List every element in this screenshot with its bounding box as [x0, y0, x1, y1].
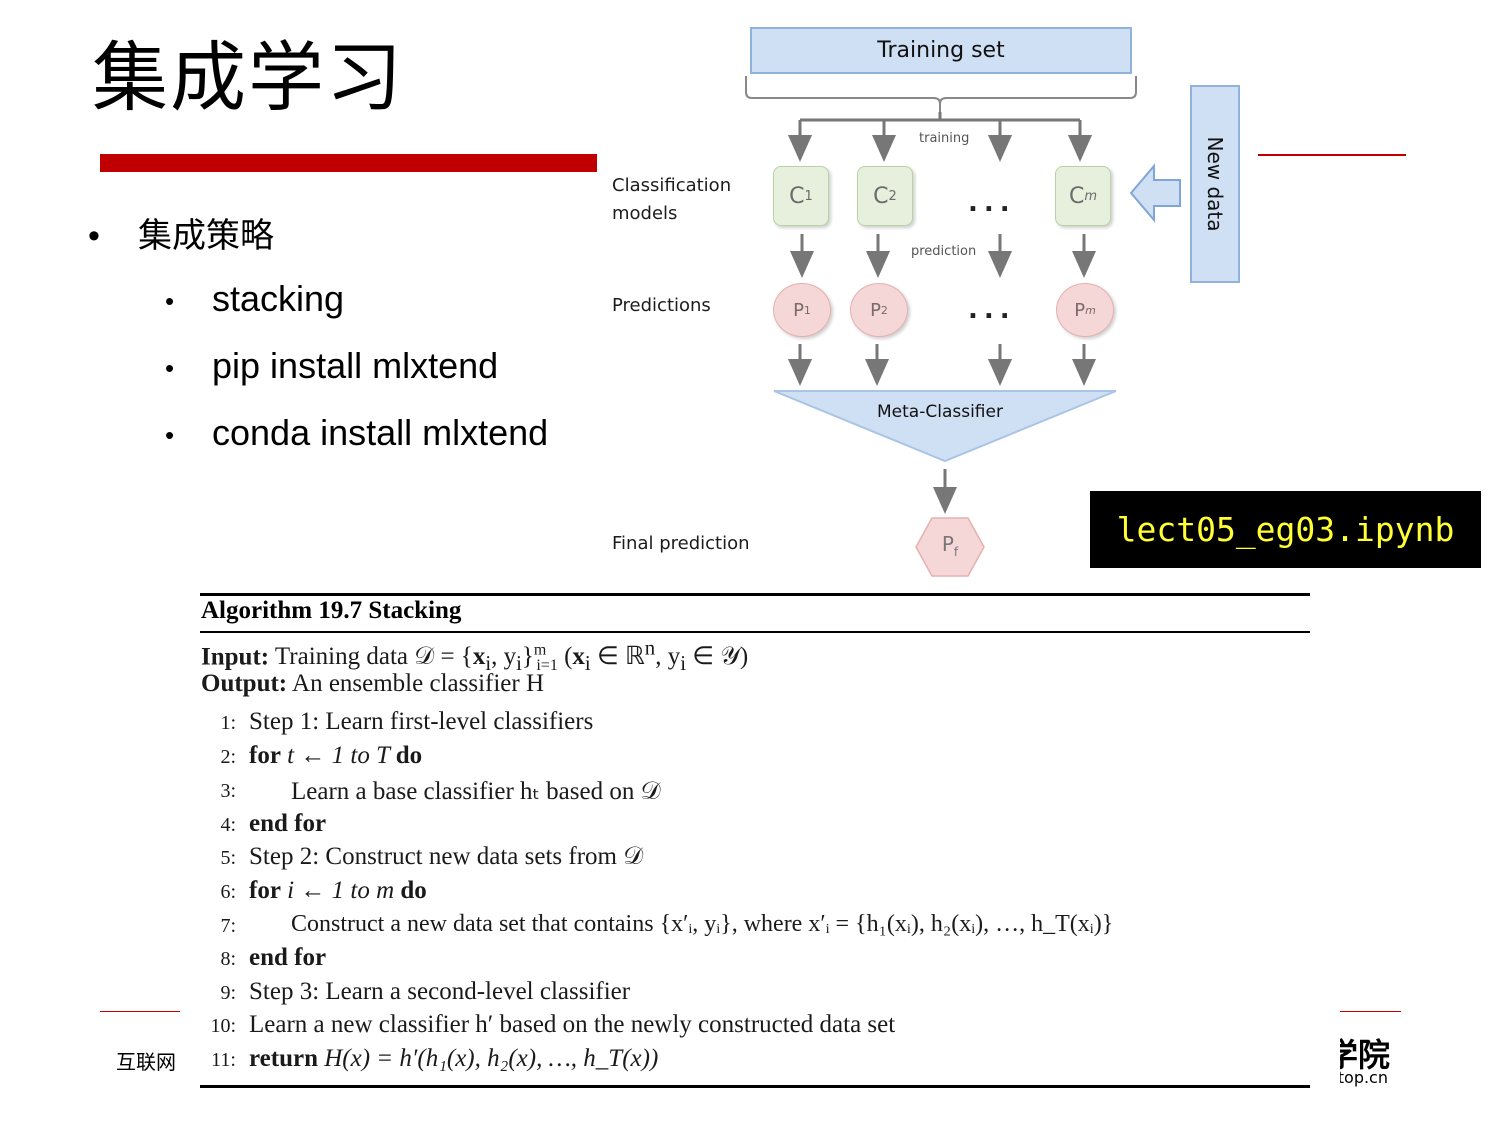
row-label-line: Classification [612, 175, 732, 196]
line-number: 10: [210, 1015, 236, 1037]
keyword-end-for: end for [249, 944, 327, 971]
keyword-do: do [395, 742, 423, 769]
algorithm-line-4: end for [249, 810, 326, 838]
input-label: Input: [201, 643, 270, 671]
prediction-symbol: P [793, 299, 804, 321]
keyword-return: return [249, 1045, 318, 1072]
algorithm-line-6: for i ← 1 to m do [249, 877, 427, 905]
algorithm-header-rule [200, 631, 1310, 633]
final-prediction-label: Pf [918, 532, 982, 559]
keyword-do: do [400, 877, 427, 904]
algorithm-bottom-rule [200, 1085, 1310, 1088]
meta-classifier-label: Meta-Classifier [877, 402, 1003, 422]
algorithm-line-11: return H(x) = h′(h₁(x), h₂(x), …, h_T(x)… [249, 1045, 658, 1073]
training-set-box: Training set [750, 27, 1132, 74]
final-subscript: f [953, 545, 959, 559]
loop-range: t ← 1 to T [280, 742, 396, 769]
loop-range: i ← 1 to m [280, 877, 401, 904]
algorithm-line-2: for t ← 1 to T do [249, 742, 422, 770]
notebook-filename-tag: lect05_eg03.ipynb [1090, 491, 1481, 568]
algorithm-output: Output: An ensemble classifier H [201, 670, 544, 698]
return-expression: H(x) = h′(h₁(x), h₂(x), …, h_T(x)) [317, 1045, 659, 1072]
classifier-ellipsis: ... [968, 188, 1016, 218]
classifier-c1: C1 [773, 166, 829, 226]
algorithm-line-5: Step 2: Construct new data sets from 𝒟 [249, 843, 644, 870]
algorithm-title: Algorithm 19.7 Stacking [201, 597, 462, 624]
classifier-subscript: 1 [804, 188, 813, 204]
line-number: 6: [220, 881, 236, 903]
new-data-box: New data [1190, 85, 1240, 283]
footer-rule-left [100, 1011, 180, 1012]
classifier-subscript: m [1084, 188, 1098, 204]
classifier-subscript: 2 [888, 188, 897, 204]
line-number: 3: [220, 780, 236, 802]
training-brace [745, 76, 1137, 112]
prediction-symbol: P [1074, 299, 1086, 321]
prediction-symbol: P [870, 299, 881, 321]
algorithm-line-7: Construct a new data set that contains {… [291, 911, 1114, 937]
classifier-c2: C2 [857, 166, 913, 226]
final-symbol: P [941, 532, 954, 556]
input-text: Training data 𝒟 = {xi, yi}mi=1 (xi ∈ ℝn,… [274, 636, 749, 676]
prediction-p2: P2 [850, 283, 908, 337]
prediction-pm: Pm [1056, 283, 1114, 337]
keyword-end-for: end for [249, 810, 327, 837]
output-label: Output: [201, 670, 288, 697]
algorithm-line-1: Step 1: Learn first-level classifiers [249, 708, 594, 735]
row-label-predictions: Predictions [612, 295, 711, 316]
prediction-subscript: 1 [803, 303, 811, 317]
output-text: An ensemble classifier H [287, 670, 545, 697]
line-number: 11: [211, 1049, 236, 1071]
keyword-for: for [249, 742, 281, 769]
classifier-symbol: C [873, 183, 889, 209]
row-label-line: models [612, 203, 678, 224]
classifier-cm: Cm [1055, 166, 1111, 226]
new-data-arrow [1129, 163, 1181, 223]
line-number: 1: [220, 712, 236, 734]
line-number: 7: [220, 915, 236, 937]
footer-url-text: top.cn [1340, 1068, 1388, 1087]
row-label-classification-models: Classification models [612, 172, 731, 228]
row-label-final-prediction: Final prediction [612, 533, 750, 554]
footer-rule-right [1340, 1011, 1401, 1012]
line-number: 8: [220, 948, 236, 970]
footer-org-text: 互联网 [116, 1050, 176, 1074]
keyword-for: for [249, 877, 281, 904]
algorithm-top-rule [200, 593, 1310, 596]
line-number: 4: [220, 814, 236, 836]
algorithm-line-10: Learn a new classifier h′ based on the n… [249, 1011, 896, 1038]
line-number: 9: [220, 982, 236, 1004]
algorithm-line-9: Step 3: Learn a second-level classifier [249, 978, 631, 1005]
prediction-subscript: 2 [880, 303, 888, 317]
new-data-label: New data [1203, 136, 1227, 232]
algorithm-line-8: end for [249, 944, 326, 972]
prediction-label: prediction [911, 244, 977, 259]
line-number: 2: [220, 746, 236, 768]
prediction-ellipsis: ... [968, 295, 1016, 325]
prediction-subscript: m [1085, 303, 1096, 317]
classifier-symbol: C [789, 183, 805, 209]
classifier-symbol: C [1068, 183, 1085, 209]
line-number: 5: [220, 847, 236, 869]
training-label: training [919, 131, 970, 146]
algorithm-line-3: Learn a base classifier hₜ based on 𝒟 [291, 778, 661, 805]
prediction-p1: P1 [773, 283, 831, 337]
